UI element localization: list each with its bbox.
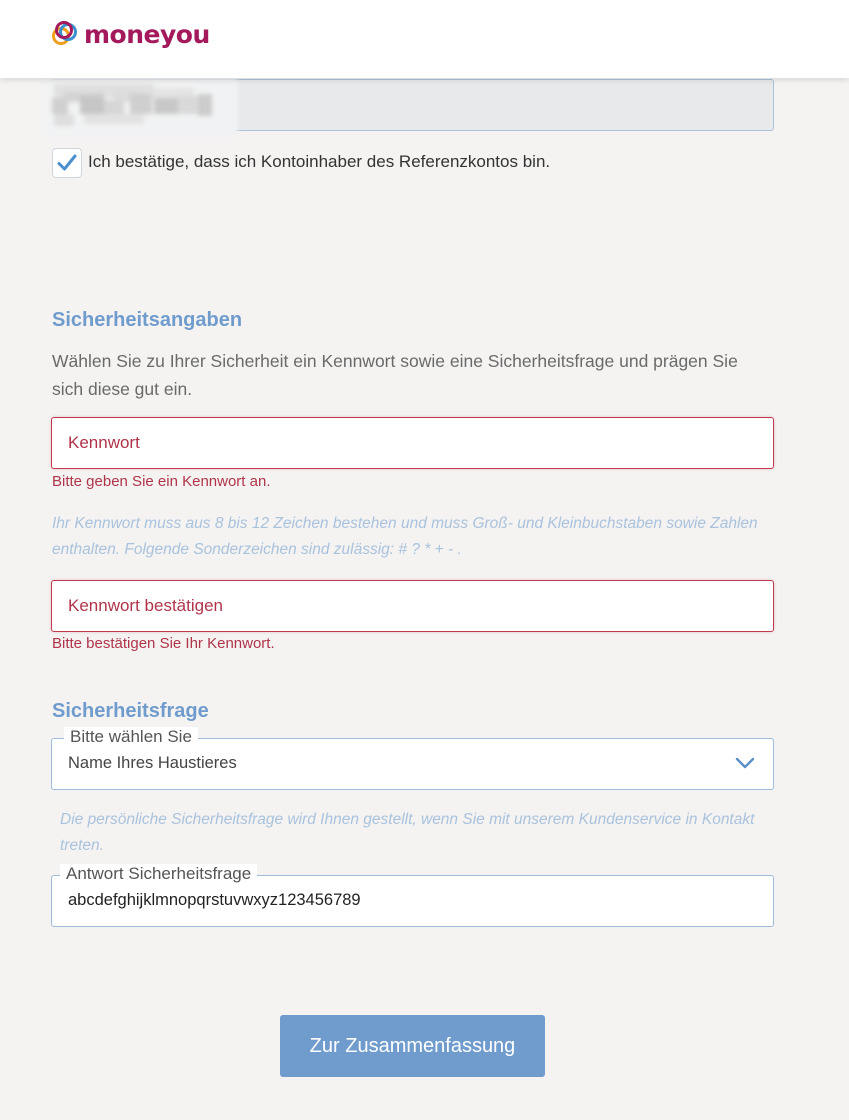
- security-question-select-label: Bitte wählen Sie: [64, 727, 198, 747]
- password-confirm-placeholder: Kennwort bestätigen: [68, 596, 223, 615]
- checkmark-icon: [57, 154, 77, 171]
- security-answer-label: Antwort Sicherheitsfrage: [60, 864, 258, 884]
- confirm-owner-label[interactable]: Ich bestätige, dass ich Kontoinhaber des…: [88, 152, 550, 172]
- password-input[interactable]: Kennwort: [51, 417, 774, 469]
- security-answer-value: abcdefghijklmnopqrstuvwxyz123456789: [68, 891, 361, 909]
- chevron-down-icon[interactable]: [735, 756, 755, 770]
- password-placeholder: Kennwort: [68, 433, 140, 452]
- security-question-select[interactable]: Bitte wählen Sie Name Ihres Haustieres: [51, 727, 774, 790]
- security-section-title: Sicherheitsangaben: [52, 309, 243, 331]
- confirm-owner-checkbox[interactable]: [52, 148, 82, 178]
- password-confirm-input[interactable]: Kennwort bestätigen: [51, 580, 774, 632]
- security-question-hint: Die persönliche Sicherheitsfrage wird Ih…: [60, 811, 755, 854]
- password-hint: Ihr Kennwort muss aus 8 bis 12 Zeichen b…: [52, 515, 758, 558]
- summary-button[interactable]: Zur Zusammenfassung: [280, 1015, 545, 1077]
- security-question-title: Sicherheitsfrage: [52, 700, 209, 722]
- logo[interactable]: moneyou: [52, 18, 210, 50]
- password-confirm-error: Bitte bestätigen Sie Ihr Kennwort.: [52, 635, 275, 652]
- brand-name: moneyou: [84, 19, 210, 49]
- moneyou-logo-icon: [52, 21, 77, 45]
- header: moneyou: [0, 0, 849, 78]
- security-answer-input[interactable]: Antwort Sicherheitsfrage abcdefghijklmno…: [51, 864, 774, 927]
- password-error: Bitte geben Sie ein Kennwort an.: [52, 473, 271, 490]
- security-question-selected-value: Name Ihres Haustieres: [68, 754, 237, 772]
- redacted-value: [44, 78, 238, 136]
- security-intro-text: Wählen Sie zu Ihrer Sicherheit ein Kennw…: [52, 351, 738, 399]
